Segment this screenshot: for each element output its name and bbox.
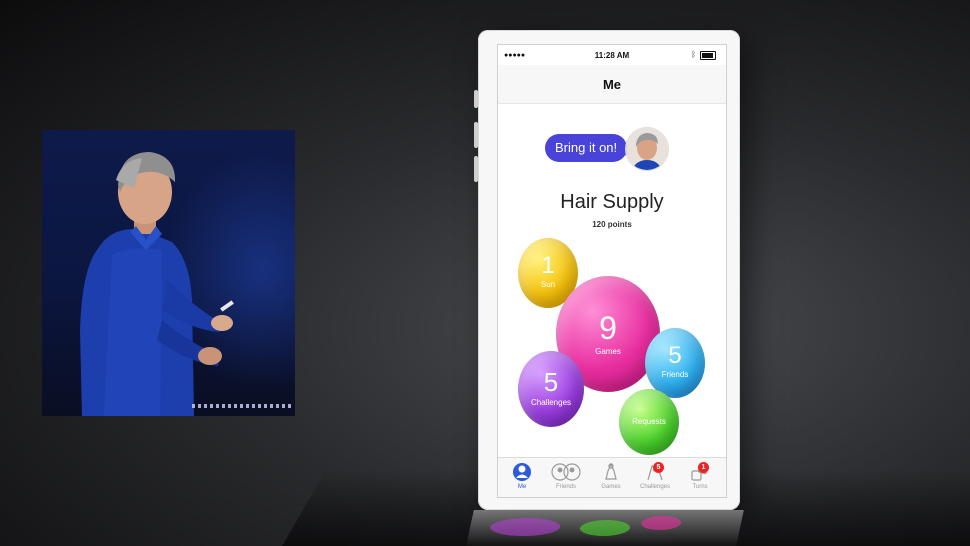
page-title: Me xyxy=(602,77,622,92)
keynote-stage: ●●●●● 11:28 AM ᛒ Me Bring it on! Hair Su… xyxy=(0,0,970,546)
challenges-label: Challenges xyxy=(530,398,572,407)
stage-lights xyxy=(192,404,292,408)
tab-challenges-label: Challenges xyxy=(639,484,671,490)
navigation-bar: Me xyxy=(498,65,726,104)
requests-count xyxy=(619,407,679,417)
iphone-device: ●●●●● 11:28 AM ᛒ Me Bring it on! Hair Su… xyxy=(474,30,740,510)
reflection-blob-green xyxy=(578,520,632,536)
tab-bar: Me Friends Games 5 Challenges 1 Turns xyxy=(498,457,726,497)
tab-friends-label: Friends xyxy=(555,484,576,490)
requests-bubble[interactable]: Requests xyxy=(619,389,679,455)
challenges-bubble[interactable]: 5 Challenges xyxy=(518,351,584,427)
bluetooth-icon: ᛒ xyxy=(691,50,696,59)
tab-me[interactable]: Me xyxy=(500,462,544,490)
reflection-blob-pink xyxy=(639,516,683,530)
friends-label: Friends xyxy=(661,370,689,379)
tab-games-label: Games xyxy=(601,484,621,490)
mute-switch xyxy=(474,90,478,108)
points-label: 120 points xyxy=(592,220,632,229)
tab-me-label: Me xyxy=(517,484,527,490)
challenges-count: 5 xyxy=(543,367,559,397)
volume-down-button xyxy=(474,156,478,182)
tab-turns-label: Turns xyxy=(692,484,708,490)
sun-count: 1 xyxy=(541,252,555,279)
turns-badge: 1 xyxy=(698,462,709,473)
friends-icon xyxy=(551,462,581,482)
dice-icon: 1 xyxy=(689,462,711,482)
battery-icon xyxy=(700,51,716,60)
status-bar: ●●●●● 11:28 AM ᛒ xyxy=(498,45,726,65)
sun-label: Sun xyxy=(540,280,556,289)
player-name: Hair Supply xyxy=(560,191,664,213)
tab-games[interactable]: Games xyxy=(589,462,633,490)
friends-count: 5 xyxy=(668,342,682,369)
flags-icon: 5 xyxy=(644,462,666,482)
presenter-figure xyxy=(80,152,234,416)
reflection-blob-purple xyxy=(488,518,563,536)
avatar[interactable] xyxy=(625,127,669,171)
phone-reflection xyxy=(466,510,744,546)
status-message-text: Bring it on! xyxy=(555,140,618,155)
challenges-badge: 5 xyxy=(653,462,664,473)
tab-challenges[interactable]: 5 Challenges xyxy=(633,462,677,490)
tab-friends[interactable]: Friends xyxy=(544,462,588,490)
avatar-photo xyxy=(626,128,668,170)
game-center-screen: ●●●●● 11:28 AM ᛒ Me Bring it on! Hair Su… xyxy=(497,44,727,498)
volume-up-button xyxy=(474,122,478,148)
friends-bubble[interactable]: 5 Friends xyxy=(645,328,705,398)
person-icon xyxy=(511,462,533,482)
tab-turns[interactable]: 1 Turns xyxy=(678,462,722,490)
games-icon xyxy=(600,462,622,482)
requests-label: Requests xyxy=(632,417,666,426)
status-message-bubble[interactable]: Bring it on! xyxy=(545,134,634,162)
presenter-video xyxy=(42,130,295,416)
